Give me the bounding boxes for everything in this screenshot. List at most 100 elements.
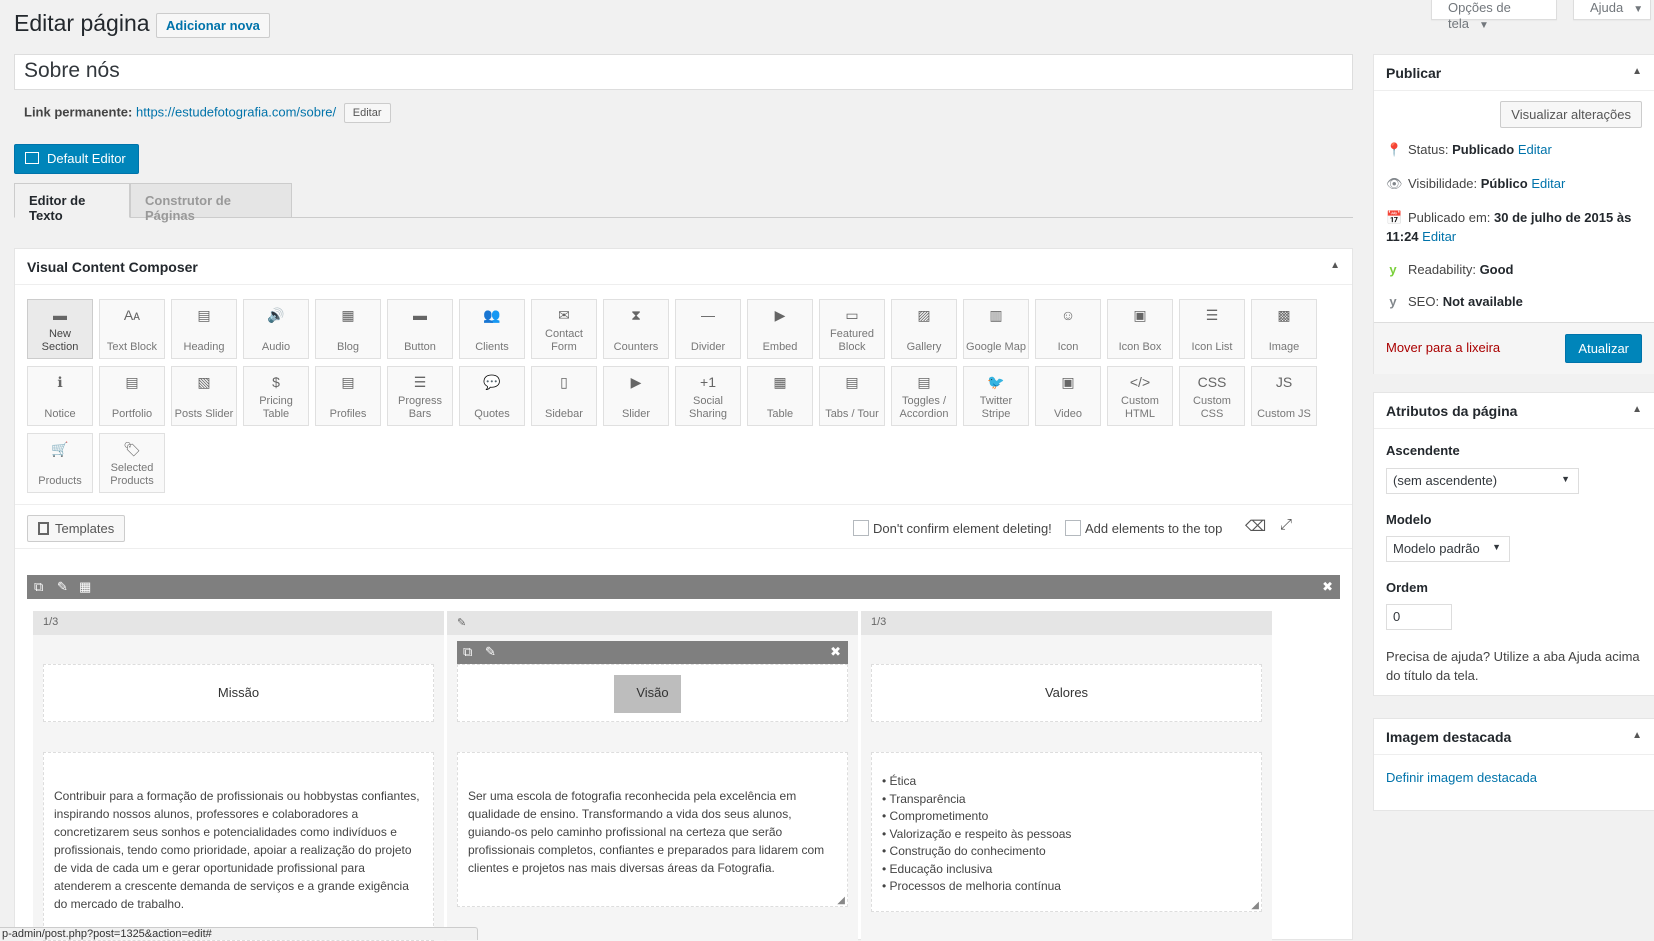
collapse-icon[interactable]: ▲ bbox=[1632, 66, 1642, 77]
caret-down-icon: ▼ bbox=[1492, 542, 1501, 552]
element-label: Featured Block bbox=[829, 328, 875, 353]
element-divider[interactable]: — Divider bbox=[675, 299, 741, 359]
post-title-input[interactable]: Sobre nós bbox=[14, 54, 1353, 90]
element-video[interactable]: ▣ Video bbox=[1035, 366, 1101, 426]
element-twitter-stripe[interactable]: 🐦 Twitter Stripe bbox=[963, 366, 1029, 426]
status-edit-link[interactable]: Editar bbox=[1518, 142, 1552, 157]
edit-icon[interactable]: ✎ bbox=[57, 579, 68, 595]
element-posts-slider[interactable]: ▧ Posts Slider bbox=[171, 366, 237, 426]
element-google-map[interactable]: ▥ Google Map bbox=[963, 299, 1029, 359]
element-contact-form[interactable]: ✉ Contact Form bbox=[531, 299, 597, 359]
element-slider[interactable]: ▶ Slider bbox=[603, 366, 669, 426]
help-button[interactable]: Ajuda ▼ bbox=[1573, 0, 1651, 20]
custom-js-icon: JS bbox=[1275, 374, 1293, 390]
tab-page-builder[interactable]: Construtor de Páginas bbox=[130, 183, 292, 223]
element-products[interactable]: 🛒 Products bbox=[27, 433, 93, 493]
sidebar-icon: ▯ bbox=[560, 374, 568, 390]
element-icon[interactable]: ☺ Icon bbox=[1035, 299, 1101, 359]
element-blog[interactable]: ▦ Blog bbox=[315, 299, 381, 359]
element-custom-js[interactable]: JS Custom JS bbox=[1251, 366, 1317, 426]
order-label: Ordem bbox=[1386, 580, 1428, 595]
element-clients[interactable]: 👥 Clients bbox=[459, 299, 525, 359]
new-section-icon: ▬ bbox=[53, 307, 67, 323]
element-pricing-table[interactable]: $ Pricing Table bbox=[243, 366, 309, 426]
screen-options-button[interactable]: Opções de tela ▼ bbox=[1431, 0, 1557, 31]
eye-icon: 👁 bbox=[1386, 176, 1403, 191]
update-button[interactable]: Atualizar bbox=[1565, 334, 1642, 363]
delete-icon[interactable]: ✖ bbox=[830, 644, 841, 660]
selected-products-icon: 🏷 bbox=[123, 441, 141, 457]
preview-changes-button[interactable]: Visualizar alterações bbox=[1500, 101, 1642, 128]
text-block[interactable]: Contribuir para a formação de profission… bbox=[43, 752, 434, 941]
element-progress-bars[interactable]: ☰ Progress Bars bbox=[387, 366, 453, 426]
visibility-edit-link[interactable]: Editar bbox=[1531, 176, 1565, 191]
seo-row: y SEO: Not available bbox=[1386, 292, 1523, 311]
element-featured-block[interactable]: ▭ Featured Block bbox=[819, 299, 885, 359]
element-portfolio[interactable]: ▤ Portfolio bbox=[99, 366, 165, 426]
heading-block[interactable]: Missão bbox=[43, 664, 434, 722]
element-counters[interactable]: ⧗ Counters bbox=[603, 299, 669, 359]
copy-icon[interactable]: ⧉ bbox=[463, 644, 472, 660]
element-table[interactable]: ▦ Table bbox=[747, 366, 813, 426]
element-custom-html[interactable]: </> Custom HTML bbox=[1107, 366, 1173, 426]
element-embed[interactable]: ▶ Embed bbox=[747, 299, 813, 359]
caret-down-icon: ▼ bbox=[1633, 4, 1644, 15]
yoast-icon: y bbox=[1389, 262, 1397, 277]
heading-block[interactable]: Valores bbox=[871, 664, 1262, 722]
element-new-section[interactable]: ▬ New Section bbox=[27, 299, 93, 359]
parent-select[interactable]: (sem ascendente) ▼ bbox=[1386, 468, 1579, 494]
edit-icon[interactable]: ✎ bbox=[485, 644, 496, 660]
columns-icon[interactable]: ▦ bbox=[79, 579, 91, 595]
element-quotes[interactable]: 💬 Quotes bbox=[459, 366, 525, 426]
element-image[interactable]: ▩ Image bbox=[1251, 299, 1317, 359]
add-top-checkbox[interactable]: Add elements to the top bbox=[1065, 520, 1222, 536]
permalink-edit-button[interactable]: Editar bbox=[343, 103, 391, 123]
element-toggles-accordion[interactable]: ▤ Toggles / Accordion bbox=[891, 366, 957, 426]
set-featured-image-link[interactable]: Definir imagem destacada bbox=[1386, 770, 1537, 785]
collapse-icon[interactable]: ▲ bbox=[1330, 260, 1340, 271]
published-edit-link[interactable]: Editar bbox=[1422, 229, 1456, 244]
element-tabs-tour[interactable]: ▤ Tabs / Tour bbox=[819, 366, 885, 426]
icon-list-icon: ☰ bbox=[1205, 307, 1219, 323]
resize-handle-icon[interactable]: ◢ bbox=[1251, 900, 1259, 911]
element-heading[interactable]: ▤ Heading bbox=[171, 299, 237, 359]
element-icon-list[interactable]: ☰ Icon List bbox=[1179, 299, 1245, 359]
eraser-icon[interactable]: ⌫ bbox=[1245, 517, 1266, 535]
element-text-block[interactable]: Aᴀ Text Block bbox=[99, 299, 165, 359]
element-notice[interactable]: ℹ Notice bbox=[27, 366, 93, 426]
tab-text-editor[interactable]: Editor de Texto bbox=[14, 183, 130, 223]
element-label: Notice bbox=[44, 408, 76, 420]
dont-confirm-checkbox[interactable]: Don't confirm element deleting! bbox=[853, 520, 1052, 536]
templates-button[interactable]: Templates bbox=[27, 515, 126, 542]
element-gallery[interactable]: ▨ Gallery bbox=[891, 299, 957, 359]
collapse-icon[interactable]: ▲ bbox=[1632, 404, 1642, 415]
delete-icon[interactable]: ✖ bbox=[1322, 579, 1333, 595]
element-label: Portfolio bbox=[111, 408, 153, 420]
element-social-sharing[interactable]: +1 Social Sharing bbox=[675, 366, 741, 426]
clients-icon: 👥 bbox=[483, 307, 501, 323]
counters-icon: ⧗ bbox=[631, 307, 641, 323]
default-editor-button[interactable]: Default Editor bbox=[14, 144, 139, 174]
template-select[interactable]: Modelo padrão ▼ bbox=[1386, 536, 1510, 562]
element-selected-products[interactable]: 🏷 Selected Products bbox=[99, 433, 165, 493]
resize-handle-icon[interactable]: ◢ bbox=[837, 895, 845, 906]
order-input[interactable]: 0 bbox=[1386, 604, 1452, 630]
element-audio[interactable]: 🔊 Audio bbox=[243, 299, 309, 359]
fullscreen-icon[interactable]: ⤢ bbox=[1280, 516, 1292, 533]
element-label: Counters bbox=[613, 341, 659, 353]
text-block[interactable]: Ser uma escola de fotografia reconhecida… bbox=[457, 752, 848, 907]
element-sidebar[interactable]: ▯ Sidebar bbox=[531, 366, 597, 426]
element-custom-css[interactable]: CSS Custom CSS bbox=[1179, 366, 1245, 426]
element-profiles[interactable]: ▤ Profiles bbox=[315, 366, 381, 426]
page-title: Editar página bbox=[14, 10, 150, 36]
element-icon-box[interactable]: ▣ Icon Box bbox=[1107, 299, 1173, 359]
text-block[interactable]: • Ética • Transparência • Comprometimento •… bbox=[871, 752, 1262, 912]
permalink-url[interactable]: https://estudefotografia.com/sobre/ bbox=[136, 104, 336, 119]
copy-icon[interactable]: ⧉ bbox=[34, 579, 43, 595]
collapse-icon[interactable]: ▲ bbox=[1632, 730, 1642, 741]
add-new-button[interactable]: Adicionar nova bbox=[156, 13, 270, 38]
element-button[interactable]: ▬ Button bbox=[387, 299, 453, 359]
edit-icon[interactable]: ✎ bbox=[457, 617, 466, 629]
heading-block[interactable]: Visão bbox=[457, 664, 848, 722]
trash-link[interactable]: Mover para a lixeira bbox=[1386, 340, 1500, 355]
